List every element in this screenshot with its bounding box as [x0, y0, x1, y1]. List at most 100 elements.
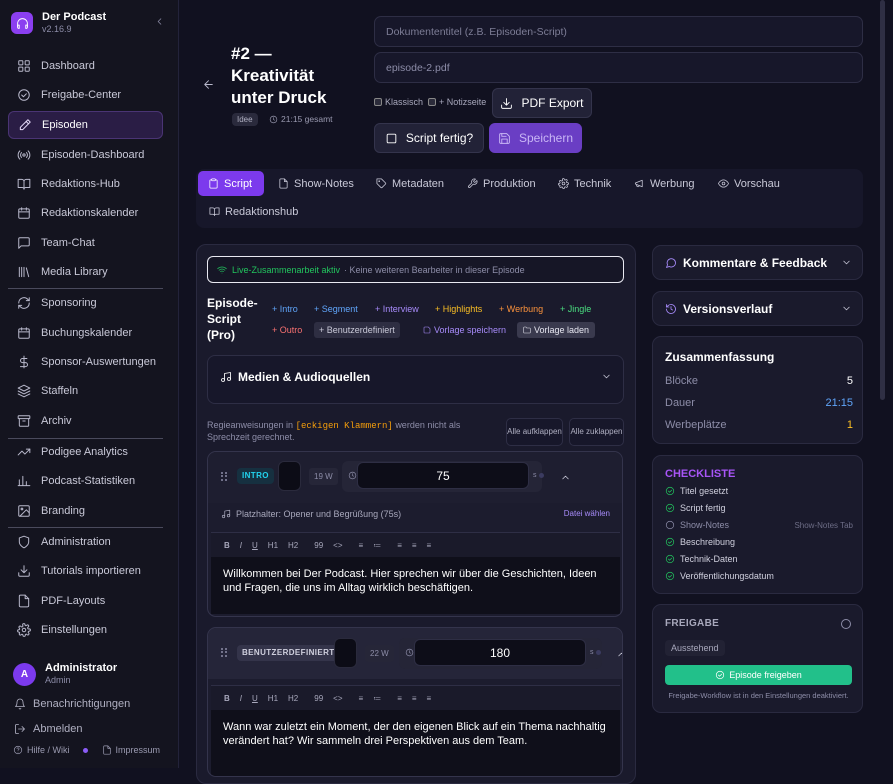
tab-vorschau[interactable]: Vorschau: [718, 171, 780, 196]
scrollbar[interactable]: [880, 0, 885, 400]
media-sources-section[interactable]: Medien & Audioquellen: [207, 355, 624, 404]
user-profile[interactable]: A Administrator Admin: [13, 662, 117, 686]
tab-werbung[interactable]: Werbung: [634, 171, 694, 196]
classic-checkbox[interactable]: Klassisch: [374, 97, 423, 107]
tab-metadaten[interactable]: Metadaten: [376, 171, 444, 196]
block-text-editor[interactable]: Willkommen bei Der Podcast. Hier spreche…: [211, 557, 620, 614]
sidebar-item-staffeln[interactable]: Staffeln: [8, 377, 163, 405]
checkbox[interactable]: [428, 98, 436, 106]
seconds-input[interactable]: 75: [357, 462, 529, 489]
drag-handle-icon[interactable]: [221, 472, 227, 481]
filename-input[interactable]: [374, 52, 863, 83]
add-block-chip[interactable]: + Werbung: [499, 301, 543, 317]
save-button[interactable]: Speichern: [489, 123, 582, 153]
sidebar-item-sponsor-auswertungen[interactable]: Sponsor-Auswertungen: [8, 348, 163, 376]
tab-script[interactable]: Script: [198, 171, 265, 196]
tab-show-notes[interactable]: Show-Notes: [278, 171, 354, 196]
collapse-sidebar-icon[interactable]: [154, 16, 165, 27]
format-button[interactable]: ≡: [427, 541, 432, 550]
format-button[interactable]: H2: [288, 541, 298, 550]
format-button[interactable]: ≡: [412, 694, 417, 703]
chevron-up-icon[interactable]: [616, 649, 622, 660]
add-block-chip[interactable]: + Interview: [375, 301, 419, 317]
sidebar-item-pdf-layouts[interactable]: PDF-Layouts: [8, 587, 163, 615]
tab-produktion[interactable]: Produktion: [467, 171, 536, 196]
sidebar-item-episoden[interactable]: Episoden: [8, 111, 163, 139]
help-link[interactable]: Hilfe / Wiki: [27, 745, 70, 755]
format-button[interactable]: I: [240, 541, 242, 550]
sidebar-item-buchungskalender[interactable]: Buchungskalender: [8, 319, 163, 347]
format-button[interactable]: 99: [314, 694, 323, 703]
sidebar-item-podigee-analytics[interactable]: Podigee Analytics: [8, 438, 163, 466]
format-button[interactable]: 99: [314, 541, 323, 550]
comments-panel[interactable]: Kommentare & Feedback: [652, 245, 863, 280]
format-button[interactable]: ≡: [397, 694, 402, 703]
version-history-panel[interactable]: Versionsverlauf: [652, 291, 863, 326]
sidebar-item-archiv[interactable]: Archiv: [8, 407, 163, 435]
tab-redaktionshub[interactable]: Redaktionshub: [209, 199, 298, 224]
chevron-down-icon[interactable]: [841, 303, 852, 314]
document-title-input[interactable]: [374, 16, 863, 47]
add-block-chip[interactable]: + Outro: [272, 322, 302, 338]
format-button[interactable]: ≡: [412, 541, 417, 550]
logout-link[interactable]: Abmelden: [14, 723, 83, 735]
format-button[interactable]: ≔: [373, 541, 381, 550]
sidebar-item-administration[interactable]: Administration: [8, 528, 163, 556]
format-button[interactable]: ≡: [359, 694, 364, 703]
format-button[interactable]: ≡: [359, 541, 364, 550]
back-arrow-icon[interactable]: [202, 78, 215, 91]
script-done-button[interactable]: Script fertig?: [374, 123, 484, 153]
sidebar-item-einstellungen[interactable]: Einstellungen: [8, 616, 163, 644]
add-block-chip[interactable]: + Benutzerdefiniert: [314, 322, 400, 338]
notes-page-checkbox[interactable]: + Notizseite: [428, 97, 486, 107]
format-button[interactable]: H2: [288, 694, 298, 703]
format-button[interactable]: I: [240, 694, 242, 703]
tab-technik[interactable]: Technik: [558, 171, 611, 196]
chevron-down-icon[interactable]: [601, 371, 612, 382]
chevron-up-icon[interactable]: [560, 472, 571, 483]
sidebar-item-dashboard[interactable]: Dashboard: [8, 52, 163, 80]
brand[interactable]: Der Podcast v2.16.9: [11, 11, 106, 35]
seconds-input[interactable]: 180: [414, 639, 586, 666]
add-block-chip[interactable]: Vorlage speichern: [423, 322, 506, 338]
add-block-chip[interactable]: + Intro: [272, 301, 298, 317]
format-button[interactable]: ≡: [397, 541, 402, 550]
sidebar-item-media-library[interactable]: Media Library: [8, 258, 163, 286]
checkbox[interactable]: [374, 98, 382, 106]
checklist-note[interactable]: Show-Notes Tab: [794, 521, 853, 530]
format-button[interactable]: <>: [333, 694, 342, 703]
sidebar-item-freigabe-center[interactable]: Freigabe-Center: [8, 81, 163, 109]
format-button[interactable]: U: [252, 694, 258, 703]
sidebar-item-podcast-statistiken[interactable]: Podcast-Statistiken: [8, 467, 163, 495]
add-block-chip[interactable]: Vorlage laden: [517, 322, 596, 338]
approve-episode-button[interactable]: Episode freigeben: [665, 665, 852, 685]
block-text-editor[interactable]: Wann war zuletzt ein Moment, der den eig…: [211, 710, 620, 776]
format-button[interactable]: B: [224, 694, 230, 703]
imprint-link[interactable]: Impressum: [116, 745, 161, 755]
add-block-chip[interactable]: + Highlights: [435, 301, 482, 317]
sidebar-item-branding[interactable]: Branding: [8, 497, 163, 525]
expand-all-button[interactable]: Alle aufklappen: [506, 418, 563, 446]
sidebar-item-redaktionskalender[interactable]: Redaktionskalender: [8, 199, 163, 227]
format-button[interactable]: ≔: [373, 694, 381, 703]
format-button[interactable]: B: [224, 541, 230, 550]
sidebar-item-tutorials-importieren[interactable]: Tutorials importieren: [8, 557, 163, 585]
add-block-chip[interactable]: + Jingle: [560, 301, 591, 317]
sidebar-item-sponsoring[interactable]: Sponsoring: [8, 289, 163, 317]
add-block-chip[interactable]: + Segment: [314, 301, 358, 317]
sidebar-item-team-chat[interactable]: Team-Chat: [8, 229, 163, 257]
drag-handle-icon[interactable]: [221, 648, 227, 657]
chevron-down-icon[interactable]: [841, 257, 852, 268]
format-button[interactable]: H1: [268, 541, 278, 550]
sidebar-item-episoden-dashboard[interactable]: Episoden-Dashboard: [8, 141, 163, 169]
block-color-swatch[interactable]: [278, 461, 301, 491]
block-color-swatch[interactable]: [334, 638, 357, 668]
format-button[interactable]: H1: [268, 694, 278, 703]
format-button[interactable]: ≡: [427, 694, 432, 703]
notifications-link[interactable]: Benachrichtigungen: [14, 698, 130, 710]
sidebar-item-redaktions-hub[interactable]: Redaktions-Hub: [8, 170, 163, 198]
pdf-export-button[interactable]: PDF Export: [492, 88, 592, 118]
collapse-all-button[interactable]: Alle zuklappen: [569, 418, 624, 446]
choose-file-link[interactable]: Datei wählen: [564, 509, 610, 518]
format-button[interactable]: U: [252, 541, 258, 550]
